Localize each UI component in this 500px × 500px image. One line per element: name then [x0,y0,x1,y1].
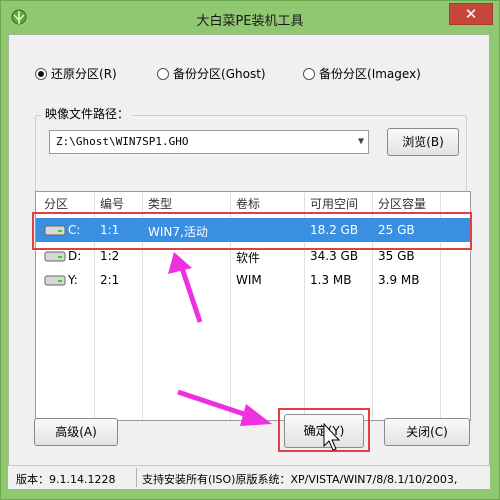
radio-backup-imagex[interactable]: 备份分区 (Imagex) [303,65,421,82]
image-path-label: 映像文件路径： [41,105,134,122]
hard-drive-icon [44,275,66,286]
cell-label: 软件 [236,251,261,265]
image-path-select[interactable]: Z:\Ghost\WIN7SP1.GHO ▼ [49,130,369,154]
cell-number: 1:2 [100,249,120,263]
cell-label: WIM [236,273,262,287]
radio-imagex-hotkey: (Imagex) [367,66,421,81]
ok-button-highlight [278,408,370,452]
radio-restore[interactable]: 还原分区 (R) [35,65,157,82]
radio-dot-ghost[interactable] [157,67,169,80]
browse-button[interactable]: 浏览(B) [387,128,459,156]
status-bar: 版本：9.1.14.1228 支持安装所有(ISO)原版系统：XP/VISTA/… [8,465,490,489]
table-header: 分区 编号 类型 卷标 可用空间 分区容量 [36,192,470,214]
cell-size: 3.9 MB [378,273,420,287]
status-separator [136,468,137,487]
window-title: 大白菜PE装机工具 [196,14,304,29]
radio-ghost-label: 备份分区 [173,67,222,81]
radio-dot-restore[interactable] [35,67,47,80]
radio-restore-label: 还原分区 [51,67,100,81]
status-version: 版本：9.1.14.1228 [16,473,116,486]
close-button[interactable]: 关闭(C) [384,418,470,446]
status-support: 支持安装所有(ISO)原版系统：XP/VISTA/WIN7/8/8.1/10/2… [142,473,458,486]
selected-row-highlight [32,212,472,250]
cell-free: 34.3 GB [310,249,359,263]
cell-drive: Y: [68,273,78,287]
radio-ghost-hotkey: (Ghost) [221,66,266,81]
col-header-size[interactable]: 分区容量 [378,195,426,212]
col-header-label[interactable]: 卷标 [236,195,260,212]
advanced-button[interactable]: 高级(A) [34,418,118,446]
cell-size: 35 GB [378,249,415,263]
col-header-type[interactable]: 类型 [148,195,172,212]
table-row[interactable]: Y: 2:1 WIM 1.3 MB 3.9 MB [36,268,470,292]
col-header-free[interactable]: 可用空间 [310,195,358,212]
hard-drive-icon [44,251,66,262]
image-path-value: Z:\Ghost\WIN7SP1.GHO [56,135,189,148]
title-bar[interactable]: 大白菜PE装机工具 ✕ [1,1,499,35]
cell-drive: D: [68,249,82,263]
radio-imagex-label: 备份分区 [319,67,368,81]
radio-dot-imagex[interactable] [303,67,315,80]
cell-free: 1.3 MB [310,273,352,287]
radio-backup-ghost[interactable]: 备份分区 (Ghost) [157,65,303,82]
radio-restore-hotkey: (R) [99,66,117,81]
mode-radio-group: 还原分区 (R) 备份分区 (Ghost) 备份分区 (Imagex) [35,65,421,82]
cell-number: 2:1 [100,273,120,287]
window-close-button[interactable]: ✕ [449,3,493,25]
col-header-number[interactable]: 编号 [100,195,124,212]
chevron-down-icon[interactable]: ▼ [358,131,364,153]
col-header-partition[interactable]: 分区 [44,195,68,212]
